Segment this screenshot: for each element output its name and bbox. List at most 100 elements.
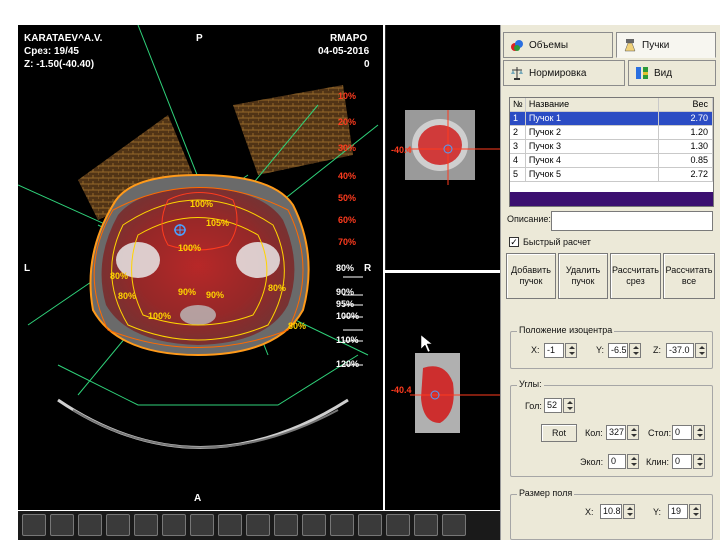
iso-x-label: X: <box>531 345 540 355</box>
orientation-bottom: A <box>194 493 202 504</box>
isodose-label: 50% <box>338 193 357 203</box>
coronal-view[interactable]: -40.4 <box>385 25 500 270</box>
field-y-label: Y: <box>653 507 662 517</box>
axial-ct-view[interactable]: KARATAEV^A.V. Срез: 19/45 Z: -1.50(-40.4… <box>18 25 383 510</box>
table-angle-stepper[interactable] <box>693 425 705 440</box>
dose-label: 90% <box>206 290 225 300</box>
field-x-label: X: <box>585 507 594 517</box>
slice-thumbnail[interactable] <box>274 514 298 536</box>
table-row[interactable]: 5 Пучок 5 2.72 <box>510 168 713 182</box>
gantry-input[interactable]: 52 <box>544 398 562 413</box>
slice-thumbnail[interactable] <box>330 514 354 536</box>
tab-beams[interactable]: Пучки <box>616 32 716 58</box>
dose-label: 80% <box>118 291 137 301</box>
column-header[interactable]: Название <box>526 98 660 111</box>
coronal-z-label: -40.4 <box>391 145 412 155</box>
dose-label: 100% <box>178 243 202 253</box>
calc-slice-button[interactable]: Рассчитать срез <box>610 253 661 299</box>
isodose-label: 60% <box>338 215 357 225</box>
fast-calc-checkbox[interactable]: ✓ <box>509 237 519 247</box>
row-name: Пучок 4 <box>526 154 660 167</box>
delete-beam-button[interactable]: Удалить пучок <box>558 253 608 299</box>
table-row[interactable]: 3 Пучок 3 1.30 <box>510 140 713 154</box>
rot-button[interactable]: Rot <box>541 424 577 442</box>
tab-normalization[interactable]: Нормировка <box>503 60 625 86</box>
angles-group-title: Углы: <box>517 379 544 389</box>
iso-x-input[interactable]: -1 <box>544 343 564 358</box>
fast-calc-label: Быстрый расчет <box>523 237 591 247</box>
dose-label: 90% <box>178 287 197 297</box>
ct-slice-image <box>18 25 379 449</box>
isodose-label: 30% <box>338 143 357 153</box>
tab-view-label: Вид <box>654 67 673 79</box>
slice-thumbnail[interactable] <box>106 514 130 536</box>
field-x-stepper[interactable] <box>623 504 635 519</box>
institution: RMAPO <box>330 33 368 44</box>
iso-z-label: Z: <box>653 345 661 355</box>
slice-thumbnail[interactable] <box>162 514 186 536</box>
z-position: Z: -1.50(-40.40) <box>24 59 95 70</box>
table-row[interactable]: 4 Пучок 4 0.85 <box>510 154 713 168</box>
orientation-top: P <box>196 33 203 44</box>
row-number: 1 <box>510 112 526 125</box>
slice-thumbnail[interactable] <box>218 514 242 536</box>
sagittal-z-label: -40.4 <box>391 385 412 395</box>
table-angle-input[interactable]: 0 <box>672 425 692 440</box>
slice-thumbnail-strip[interactable] <box>18 511 500 540</box>
iso-z-input[interactable]: -37.0 <box>666 343 694 358</box>
isodose-label: 10% <box>338 91 357 101</box>
calc-all-button[interactable]: Рассчитать все <box>663 253 715 299</box>
couch-input[interactable]: 0 <box>608 454 626 469</box>
study-date: 04-05-2016 <box>318 46 370 57</box>
iso-x-stepper[interactable] <box>565 343 577 358</box>
orientation-left: L <box>24 263 31 274</box>
wedge-input[interactable]: 0 <box>672 454 692 469</box>
patient-name: KARATAEV^A.V. <box>24 33 103 44</box>
slice-thumbnail[interactable] <box>190 514 214 536</box>
slice-thumbnail[interactable] <box>358 514 382 536</box>
isodose-legend-item: 80% <box>336 263 355 273</box>
slice-thumbnail[interactable] <box>302 514 326 536</box>
column-header[interactable]: № <box>510 98 526 111</box>
slice-thumbnail[interactable] <box>414 514 438 536</box>
iso-y-label: Y: <box>596 345 605 355</box>
couch-stepper[interactable] <box>627 454 639 469</box>
row-number: 4 <box>510 154 526 167</box>
slice-thumbnail[interactable] <box>246 514 270 536</box>
tab-volumes[interactable]: Объемы <box>503 32 613 58</box>
tab-volumes-label: Объемы <box>529 39 569 51</box>
iso-y-stepper[interactable] <box>629 343 641 358</box>
collimator-stepper[interactable] <box>627 425 639 440</box>
slice-thumbnail[interactable] <box>386 514 410 536</box>
scales-icon <box>510 66 524 80</box>
slice-thumbnail[interactable] <box>134 514 158 536</box>
column-header[interactable]: Вес <box>659 98 713 111</box>
slice-thumbnail[interactable] <box>442 514 466 536</box>
add-beam-button[interactable]: Добавить пучок <box>506 253 556 299</box>
gantry-stepper[interactable] <box>563 398 575 413</box>
isodose-legend-item: 100% <box>336 311 360 321</box>
sagittal-view[interactable]: -40.4 <box>385 273 500 510</box>
table-row[interactable]: 2 Пучок 2 1.20 <box>510 126 713 140</box>
slice-thumbnail[interactable] <box>50 514 74 536</box>
collimator-input[interactable]: 327 <box>606 425 626 440</box>
iso-y-input[interactable]: -6.5 <box>608 343 628 358</box>
tab-view[interactable]: Вид <box>628 60 716 86</box>
iso-z-stepper[interactable] <box>695 343 707 358</box>
mouse-cursor <box>420 334 433 353</box>
beam-field-right <box>233 85 353 175</box>
field-y-input[interactable]: 19 <box>668 504 688 519</box>
slice-thumbnail[interactable] <box>78 514 102 536</box>
field-y-stepper[interactable] <box>689 504 701 519</box>
beams-table[interactable]: № Название Вес 1 Пучок 1 2.70 2 Пучок 2 … <box>509 97 714 207</box>
isodose-label: 40% <box>338 171 357 181</box>
row-number: 5 <box>510 168 526 181</box>
description-input[interactable] <box>551 211 713 231</box>
field-x-input[interactable]: 10.8 <box>600 504 622 519</box>
slice-thumbnail[interactable] <box>22 514 46 536</box>
isodose-label: 70% <box>338 237 357 247</box>
row-weight: 1.20 <box>659 126 713 139</box>
wedge-stepper[interactable] <box>693 454 705 469</box>
table-row[interactable]: 1 Пучок 1 2.70 <box>510 112 713 126</box>
row-name: Пучок 5 <box>526 168 660 181</box>
